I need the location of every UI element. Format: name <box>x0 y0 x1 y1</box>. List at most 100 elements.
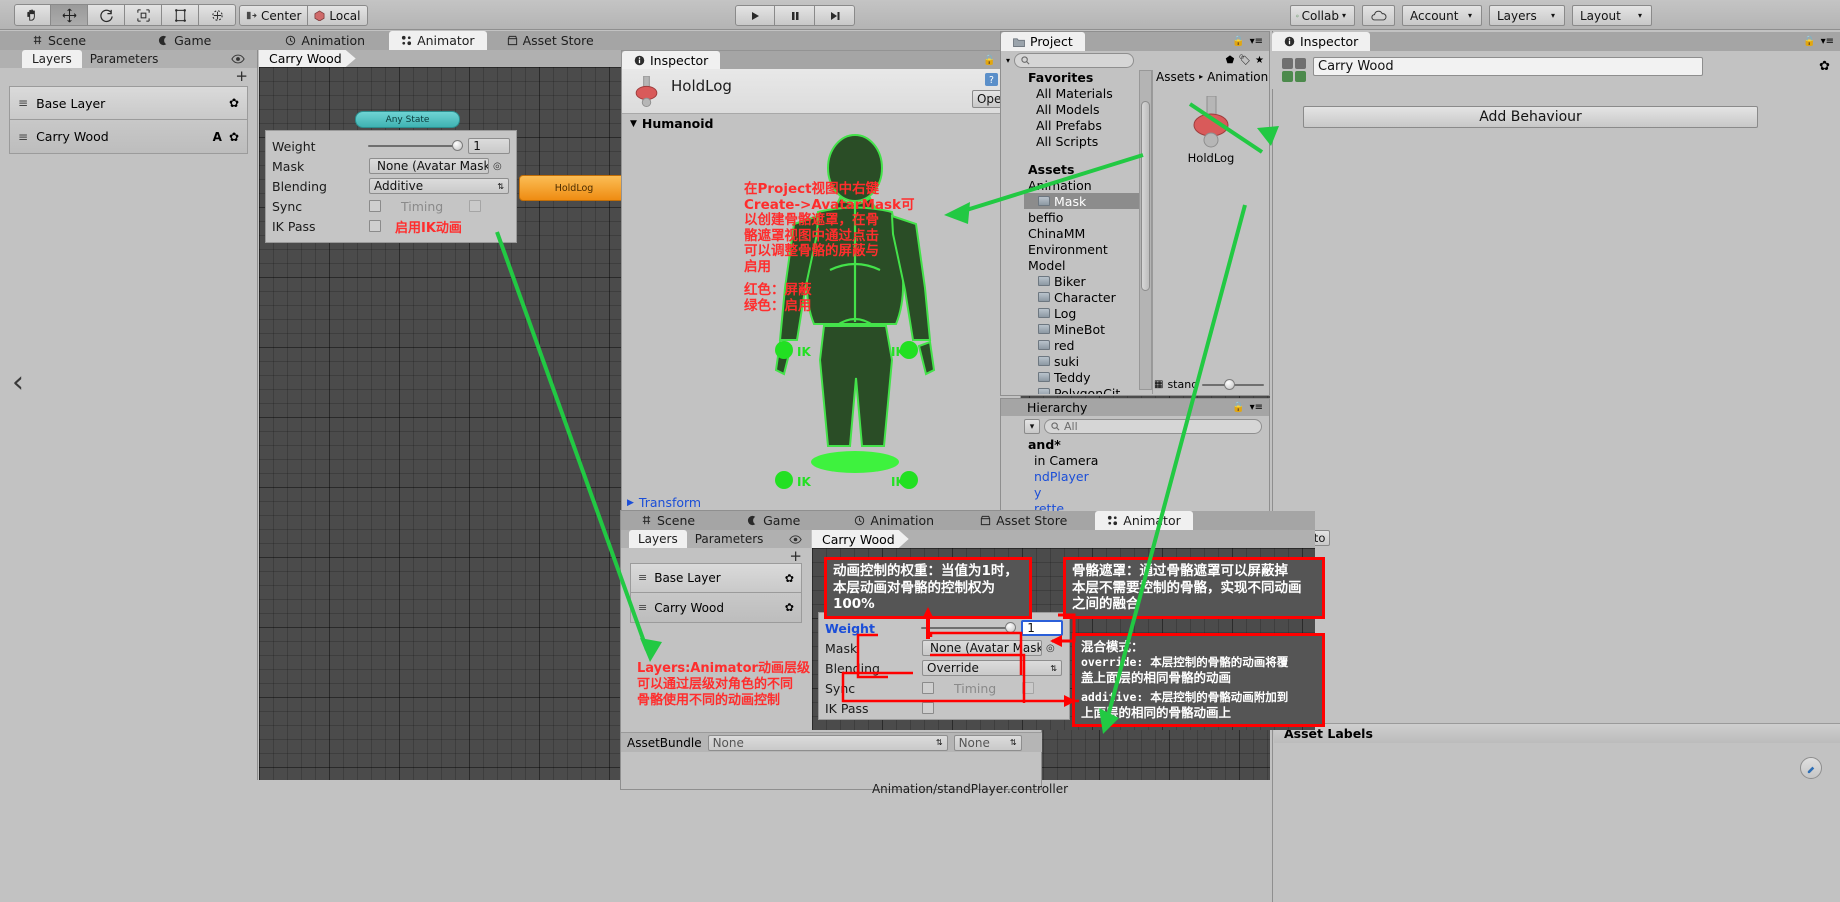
tab-inspector-right[interactable]: Inspector <box>1272 32 1371 51</box>
asset-biker[interactable]: Biker <box>1024 273 1146 289</box>
grid-view-icon[interactable]: ▦ <box>1154 379 1163 390</box>
sync-checkbox-bottom[interactable] <box>922 682 934 694</box>
tab-game[interactable]: Game <box>146 31 223 50</box>
eye-icon[interactable] <box>231 54 245 64</box>
humanoid-foldout[interactable]: ▼ Humanoid <box>630 116 713 131</box>
breadcrumb-label[interactable]: Carry Wood <box>822 532 895 547</box>
scale-tool[interactable] <box>125 4 162 26</box>
layer-row-base[interactable]: ≡ Base Layer ✿ <box>9 86 248 120</box>
transform-tool[interactable] <box>199 4 236 26</box>
mask-object-field[interactable]: None (Avatar Mask <box>369 158 489 174</box>
project-tree-scrollbar[interactable] <box>1139 70 1152 390</box>
weight-slider-bottom[interactable] <box>921 622 1017 633</box>
lock-icon[interactable]: 🔒 <box>1803 36 1815 47</box>
drag-handle-icon[interactable]: ≡ <box>18 131 28 143</box>
favorite-star-icon[interactable]: ★ <box>1255 55 1264 66</box>
mask-object-field-bottom[interactable]: None (Avatar Mask <box>922 640 1042 656</box>
asset-teddy[interactable]: Teddy <box>1024 369 1146 385</box>
account-button[interactable]: Account ▾ <box>1402 5 1482 26</box>
breadcrumb-label[interactable]: Carry Wood <box>269 51 342 66</box>
panel-menu-icon[interactable]: ▾≡ <box>1821 36 1834 47</box>
hierarchy-search-input[interactable]: All <box>1044 419 1262 434</box>
project-create-dropdown[interactable]: ▾ <box>1006 56 1010 65</box>
object-picker-icon[interactable]: ◎ <box>493 161 502 172</box>
move-tool[interactable] <box>51 4 88 26</box>
collapse-chevron-icon[interactable]: ‹ <box>12 368 24 398</box>
lock-icon[interactable]: 🔒 <box>1232 402 1244 413</box>
tab-project[interactable]: Project <box>1001 32 1085 51</box>
blending-dropdown[interactable]: Additive ⇅ <box>369 178 509 194</box>
tab-game-bottom[interactable]: Game <box>735 511 812 530</box>
tab-asset-store-bottom[interactable]: Asset Store <box>968 511 1079 530</box>
gear-icon[interactable]: ✿ <box>229 130 239 144</box>
layout-dropdown[interactable]: Layout ▾ <box>1572 5 1652 26</box>
eye-icon[interactable] <box>789 534 802 544</box>
subtab-parameters-bottom[interactable]: Parameters <box>687 530 772 548</box>
weight-value-field[interactable]: 1 <box>468 138 510 154</box>
asset-labels-header[interactable]: Asset Labels <box>1274 723 1840 743</box>
transform-foldout[interactable]: ▶ Transform <box>627 495 701 510</box>
subtab-parameters[interactable]: Parameters <box>82 50 167 68</box>
object-picker-icon[interactable]: ◎ <box>1046 643 1055 654</box>
assetbundle-name-dropdown[interactable]: None ⇅ <box>707 734 948 751</box>
drag-handle-icon[interactable]: ≡ <box>638 572 647 583</box>
project-splitter[interactable] <box>1152 70 1153 394</box>
ikpass-checkbox-bottom[interactable] <box>922 702 934 714</box>
weight-value-field-bottom[interactable]: 1 <box>1021 620 1063 636</box>
asset-minebot[interactable]: MineBot <box>1024 321 1146 337</box>
tab-scene-bottom[interactable]: Scene <box>629 511 707 530</box>
drag-handle-icon[interactable]: ≡ <box>638 602 647 613</box>
tab-inspector-mid[interactable]: Inspector <box>622 51 721 69</box>
gear-icon[interactable]: ✿ <box>229 96 239 110</box>
hierarchy-item-camera[interactable]: in Camera <box>1024 452 1268 468</box>
asset-mask[interactable]: Mask <box>1024 193 1146 209</box>
tab-animation[interactable]: Animation <box>273 31 377 50</box>
ikpass-checkbox[interactable] <box>369 220 381 232</box>
step-button[interactable] <box>815 5 855 26</box>
gear-icon[interactable]: ✿ <box>785 601 794 614</box>
tab-animator-bottom[interactable]: Animator <box>1095 511 1193 530</box>
gear-icon[interactable]: ✿ <box>785 572 794 585</box>
asset-suki[interactable]: suki <box>1024 353 1146 369</box>
pause-button[interactable] <box>775 5 815 26</box>
asset-environment[interactable]: Environment <box>1024 241 1146 257</box>
tab-animator[interactable]: Animator <box>389 31 487 50</box>
asset-red[interactable]: red <box>1024 337 1146 353</box>
gear-icon[interactable]: ✿ <box>1819 59 1830 74</box>
play-button[interactable] <box>735 5 775 26</box>
add-layer-button[interactable]: + <box>235 69 248 84</box>
asset-log[interactable]: Log <box>1024 305 1146 321</box>
pivot-local-button[interactable]: Local <box>308 5 368 26</box>
layer-row-carrywood[interactable]: ≡ Carry Wood A ✿ <box>9 120 248 154</box>
asset-beffio[interactable]: beffio <box>1024 209 1146 225</box>
asset-grid-item-holdlog[interactable]: HoldLog <box>1154 96 1268 165</box>
favorite-all-scripts[interactable]: All Scripts <box>1024 133 1146 149</box>
name-field[interactable]: Carry Wood <box>1313 56 1703 76</box>
favorite-all-prefabs[interactable]: All Prefabs <box>1024 117 1146 133</box>
timing-checkbox-bottom[interactable] <box>1022 682 1035 694</box>
filter-by-type-icon[interactable]: ⬟ <box>1226 55 1235 66</box>
hierarchy-list[interactable]: and* in Camera ndPlayer y rette <box>1024 436 1268 516</box>
hand-tool[interactable] <box>14 4 51 26</box>
layers-dropdown[interactable]: Layers ▾ <box>1489 5 1565 26</box>
icon-size-slider[interactable] <box>1202 378 1264 390</box>
favorite-all-materials[interactable]: All Materials <box>1024 85 1146 101</box>
hierarchy-item-player[interactable]: ndPlayer <box>1024 468 1268 484</box>
hierarchy-item-scene[interactable]: and* <box>1024 436 1268 452</box>
panel-menu-icon[interactable]: ▾≡ <box>1250 36 1263 47</box>
lock-icon[interactable]: 🔒 <box>983 55 995 66</box>
drag-handle-icon[interactable]: ≡ <box>18 97 28 109</box>
tab-asset-store[interactable]: Asset Store <box>495 31 606 50</box>
asset-model[interactable]: Model <box>1024 257 1146 273</box>
any-state-node[interactable]: Any State <box>355 111 460 128</box>
tab-scene[interactable]: Scene <box>20 31 98 50</box>
assetbundle-variant-dropdown[interactable]: None ⇅ <box>953 734 1022 751</box>
hierarchy-item-3[interactable]: y <box>1024 484 1268 500</box>
sync-checkbox[interactable] <box>369 200 381 212</box>
filter-by-label-icon[interactable]: 🏷 <box>1238 55 1251 66</box>
asset-polygoncity[interactable]: PolygonCit <box>1024 385 1146 394</box>
rect-tool[interactable] <box>162 4 199 26</box>
asset-animation[interactable]: Animation <box>1024 177 1146 193</box>
layer-row-base-bottom[interactable]: ≡ Base Layer ✿ <box>630 563 802 593</box>
collab-button[interactable]: Collab ▾ <box>1290 5 1355 26</box>
